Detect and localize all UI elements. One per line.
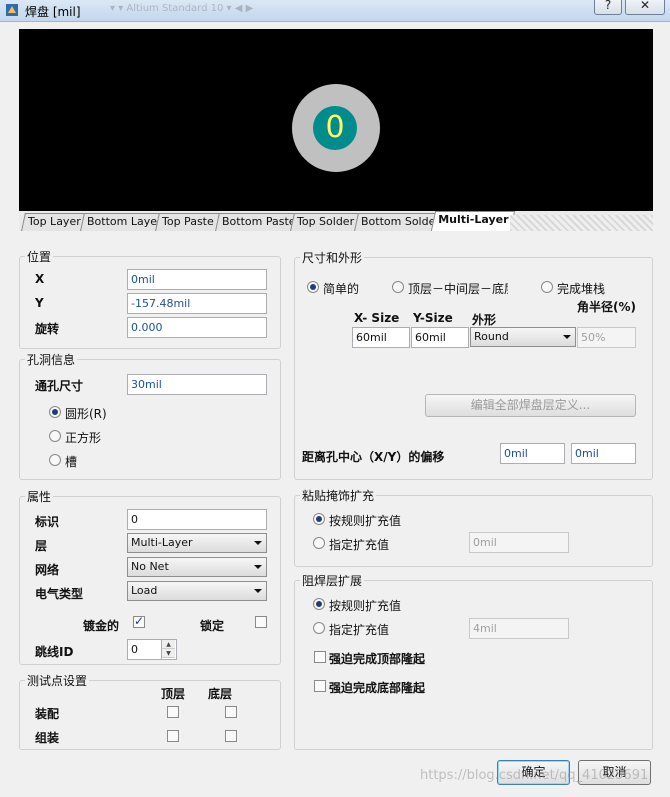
simple-radio[interactable]	[307, 281, 319, 293]
plated-checkbox[interactable]	[133, 614, 145, 628]
plated-label: 镀金的	[83, 619, 120, 633]
jumper-id-label: 跳线ID	[35, 645, 74, 659]
chevron-down-icon	[254, 541, 262, 545]
hole-size-field[interactable]: 30mil	[127, 374, 267, 395]
hole-round-label: 圆形(R)	[65, 407, 107, 421]
hole-group-title: 孔洞信息	[25, 351, 78, 368]
edit-all-pad-layers-button[interactable]: 编辑全部焊盘层定义...	[425, 394, 636, 417]
layer-label: 层	[35, 539, 48, 553]
tab-strip-filler	[510, 215, 653, 231]
shape-select[interactable]: Round	[470, 327, 576, 347]
locked-label: 锁定	[200, 619, 225, 633]
force-bottom-tent-checkbox[interactable]	[314, 680, 326, 692]
window-title: 焊盘 [mil]	[25, 5, 81, 19]
force-top-tent-checkbox[interactable]	[314, 651, 326, 663]
rotation-field[interactable]: 0.000	[127, 317, 267, 338]
assembly-bottom-checkbox[interactable]	[225, 706, 237, 718]
solder-value-field[interactable]: 4mil	[469, 618, 569, 639]
full-stack-radio[interactable]	[541, 281, 553, 293]
full-stack-label: 完成堆栈	[557, 282, 606, 296]
tab-top-layer[interactable]: Top Layer	[21, 213, 88, 231]
jumper-id-spinner[interactable]: ▲ ▼	[161, 640, 175, 659]
hole-size-label: 通孔尺寸	[35, 379, 84, 393]
spin-up-icon[interactable]: ▲	[162, 640, 175, 649]
hole-square-label: 正方形	[65, 431, 102, 445]
hole-slot-radio[interactable]	[49, 454, 61, 466]
help-button[interactable]: ?	[594, 0, 622, 15]
y-size-field[interactable]: 60mil	[411, 327, 469, 348]
x-label: X	[35, 272, 45, 286]
size-shape-group-title: 尺寸和外形	[300, 249, 365, 266]
simple-label: 简单的	[323, 282, 360, 296]
paste-rule-radio[interactable]	[313, 513, 325, 525]
solder-mask-group-title: 阻焊层扩展	[300, 572, 365, 589]
rotation-label: 旋转	[35, 322, 60, 336]
hole-square-radio[interactable]	[49, 430, 61, 442]
solder-specify-label: 指定扩充值	[329, 623, 390, 637]
paste-specify-label: 指定扩充值	[329, 538, 390, 552]
force-bottom-tent-label: 强迫完成底部隆起	[329, 681, 426, 695]
designator-field[interactable]: 0	[127, 509, 267, 530]
top-mid-bottom-radio[interactable]	[392, 281, 404, 293]
elec-type-select-value: Load	[131, 584, 158, 597]
pad-designator-label: 0	[325, 110, 345, 145]
offset-x-field[interactable]: 0mil	[500, 443, 565, 464]
properties-group-title: 属性	[25, 488, 54, 505]
locked-checkbox[interactable]	[255, 616, 267, 628]
net-label: 网络	[35, 563, 60, 577]
tab-top-paste[interactable]: Top Paste	[155, 213, 221, 231]
y-label: Y	[35, 296, 44, 310]
assembly-top-checkbox[interactable]	[167, 706, 179, 718]
x-size-field[interactable]: 60mil	[352, 327, 410, 348]
watermark: https://blog.csdn.net/qq_41025691	[420, 768, 649, 783]
corner-radius-field[interactable]: 50%	[577, 327, 636, 348]
offset-label: 距离孔中心（X/Y）的偏移	[302, 450, 445, 464]
layer-select[interactable]: Multi-Layer	[127, 533, 267, 553]
solder-rule-label: 按规则扩充值	[329, 599, 402, 613]
fabrication-bottom-checkbox[interactable]	[225, 730, 237, 742]
layer-select-value: Multi-Layer	[131, 536, 193, 549]
x-field[interactable]: 0mil	[127, 269, 267, 290]
hole-slot-label: 槽	[65, 455, 78, 469]
elec-type-label: 电气类型	[35, 587, 84, 601]
close-button[interactable]: ✕	[625, 0, 665, 15]
position-group-title: 位置	[25, 248, 54, 265]
force-top-tent-label: 强迫完成顶部隆起	[329, 652, 426, 666]
top-mid-bottom-label: 顶层－中间层－底层	[408, 282, 508, 296]
app-icon	[6, 4, 18, 16]
paste-mask-group-title: 粘贴掩饰扩充	[300, 487, 377, 504]
hole-round-radio[interactable]	[49, 406, 61, 418]
y-size-header: Y-Size	[413, 311, 453, 325]
testpoint-top-header: 顶层	[161, 687, 186, 701]
spin-down-icon[interactable]: ▼	[162, 649, 175, 658]
fabrication-label: 组装	[35, 731, 60, 745]
assembly-label: 装配	[35, 707, 60, 721]
net-select-value: No Net	[131, 560, 169, 573]
fabrication-top-checkbox[interactable]	[167, 730, 179, 742]
paste-specify-radio[interactable]	[313, 537, 325, 549]
chevron-down-icon	[254, 589, 262, 593]
tab-top-solder[interactable]: Top Solder	[290, 213, 362, 231]
paste-value-field[interactable]: 0mil	[469, 532, 569, 553]
corner-radius-header: 角半径(%)	[577, 300, 636, 314]
y-field[interactable]: -157.48mil	[127, 293, 267, 314]
tab-bottom-paste[interactable]: Bottom Paste	[215, 213, 303, 231]
background-toolbar-text: ▾ ▾ Altium Standard 10 ▾ ◀ ▶	[110, 3, 254, 14]
offset-y-field[interactable]: 0mil	[571, 443, 636, 464]
paste-mask-group	[294, 495, 653, 567]
designator-label: 标识	[35, 515, 60, 529]
tab-multi-layer[interactable]: Multi-Layer	[430, 211, 516, 231]
shape-header: 外形	[472, 313, 497, 327]
x-size-header: X- Size	[354, 311, 400, 325]
testpoint-bottom-header: 底层	[208, 687, 233, 701]
net-select[interactable]: No Net	[127, 557, 267, 577]
shape-select-value: Round	[474, 330, 509, 343]
chevron-down-icon	[254, 565, 262, 569]
solder-rule-radio[interactable]	[313, 598, 325, 610]
chevron-down-icon	[563, 335, 571, 339]
testpoint-group-title: 测试点设置	[25, 672, 90, 689]
solder-specify-radio[interactable]	[313, 622, 325, 634]
paste-rule-label: 按规则扩充值	[329, 514, 402, 528]
elec-type-select[interactable]: Load	[127, 581, 267, 601]
